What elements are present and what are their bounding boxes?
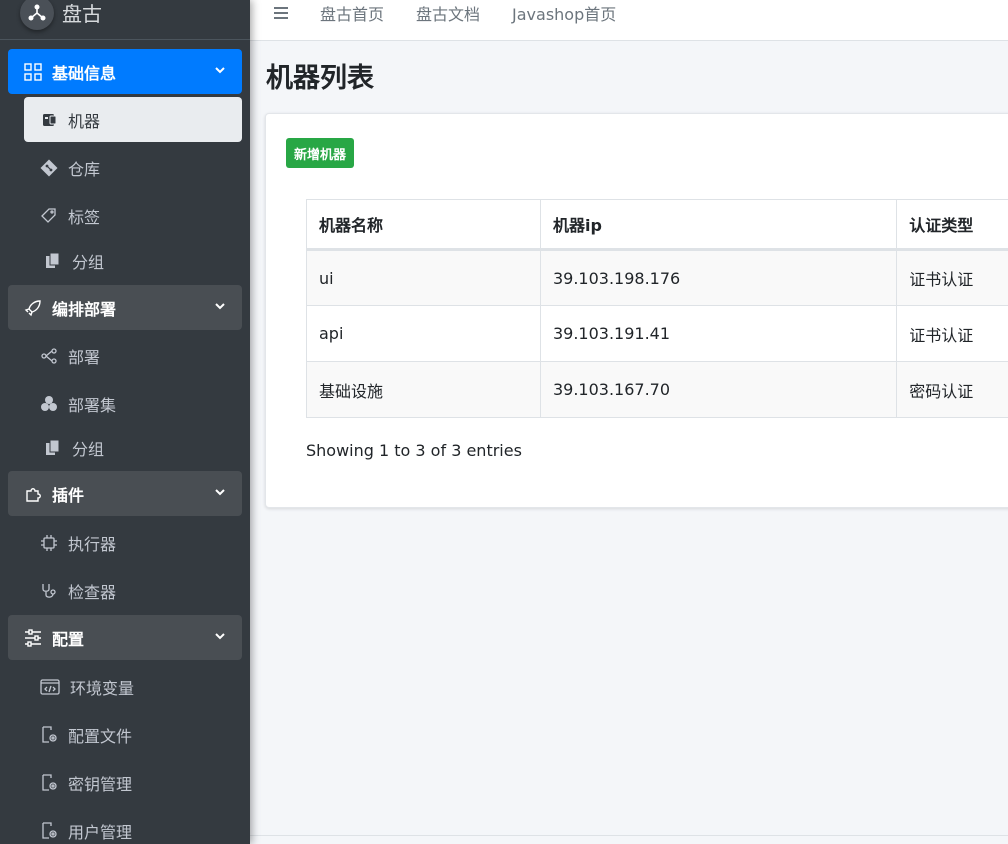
cell-ip: 39.103.167.70 [539, 361, 898, 418]
sidebar-item-machines[interactable]: 机器 [24, 97, 242, 142]
cell-ip: 39.103.198.176 [539, 249, 898, 306]
sidebar-item-label: 密钥管理 [68, 774, 133, 794]
sidebar-item-users[interactable]: 用户管理 [24, 808, 242, 844]
cell-auth-type: 证书认证 [896, 249, 1008, 306]
sidebar-item-deployments[interactable]: 部署 [24, 333, 242, 378]
machine-list-card: 新增机器 机器名称 机器ip 认证类型 ui 39.103.198.176 证书… [265, 113, 1008, 508]
tag-icon [40, 207, 58, 225]
sidebar-item-groups[interactable]: 分组 [24, 238, 242, 283]
copy-icon [44, 439, 62, 457]
cell-name: ui [306, 249, 541, 306]
file-gear-icon [40, 821, 58, 840]
sidebar-item-executors[interactable]: 执行器 [24, 520, 242, 565]
sidebar-item-checkers[interactable]: 检查器 [24, 568, 242, 613]
cell-auth-type: 证书认证 [896, 305, 1008, 362]
rocket-icon [24, 299, 42, 317]
sidebar-item-tags[interactable]: 标签 [24, 193, 242, 238]
sidebar-item-config-files[interactable]: 配置文件 [24, 712, 242, 757]
logo-icon [20, 0, 54, 30]
sidebar-item-repos[interactable]: 仓库 [24, 145, 242, 190]
footer-divider [250, 835, 1008, 836]
sidebar-item-label: 机器 [68, 111, 101, 131]
file-gear-icon [40, 725, 58, 744]
page-title: 机器列表 [266, 63, 374, 94]
cubes-icon [40, 395, 58, 413]
chevron-down-icon [215, 67, 225, 74]
table-info: Showing 1 to 3 of 3 entries [306, 441, 522, 460]
nav-link-home[interactable]: 盘古首页 [320, 1, 384, 25]
column-header-auth-type[interactable]: 认证类型 [896, 199, 1008, 251]
sidebar-item-env-vars[interactable]: 环境变量 [24, 664, 242, 709]
add-machine-button[interactable]: 新增机器 [286, 138, 355, 168]
chevron-down-icon [215, 489, 225, 496]
table-row[interactable]: ui 39.103.198.176 证书认证 [306, 249, 1008, 306]
column-header-name[interactable]: 机器名称 [306, 199, 541, 251]
sidebar-item-label: 部署 [68, 347, 101, 367]
sidebar-item-label: 标签 [68, 207, 101, 227]
sidebar: 盘古 基础信息 机器 仓库 标签 分组 编排部署 部署 部署集 分组 插件 执行… [0, 0, 250, 844]
sliders-icon [24, 628, 42, 647]
brand-name: 盘古 [62, 2, 102, 26]
sidebar-item-label: 分组 [72, 439, 105, 459]
sidebar-group-label: 编排部署 [52, 299, 117, 319]
cell-auth-type: 密码认证 [896, 361, 1008, 418]
sidebar-item-label: 分组 [72, 252, 105, 272]
stethoscope-icon [40, 582, 58, 600]
server-icon [40, 111, 58, 129]
git-icon [40, 159, 58, 177]
sidebar-item-label: 环境变量 [70, 678, 135, 698]
sidebar-group-basic-info[interactable]: 基础信息 [8, 49, 242, 94]
sidebar-item-deployment-sets[interactable]: 部署集 [24, 381, 242, 426]
puzzle-icon [24, 485, 42, 503]
deploy-icon [40, 347, 58, 365]
sidebar-group-plugins[interactable]: 插件 [8, 471, 242, 516]
sidebar-item-label: 仓库 [68, 159, 101, 179]
sidebar-item-label: 执行器 [68, 534, 117, 554]
top-navbar: 盘古首页 盘古文档 Javashop首页 [250, 0, 1008, 41]
code-window-icon [40, 678, 60, 696]
sidebar-item-label: 用户管理 [68, 822, 133, 842]
sidebar-item-label: 部署集 [68, 395, 117, 415]
table-row[interactable]: api 39.103.191.41 证书认证 [306, 305, 1008, 362]
cell-ip: 39.103.191.41 [539, 305, 898, 362]
cpu-icon [40, 534, 58, 552]
sidebar-group-label: 基础信息 [52, 63, 117, 83]
brand[interactable]: 盘古 [0, 0, 250, 40]
sidebar-item-label: 检查器 [68, 582, 117, 602]
sidebar-item-label: 配置文件 [68, 726, 133, 746]
sidebar-item-secrets[interactable]: 密钥管理 [24, 760, 242, 805]
sidebar-group-label: 插件 [52, 485, 85, 505]
chevron-down-icon [215, 303, 225, 310]
sidebar-group-label: 配置 [52, 629, 85, 649]
grid-icon [24, 62, 42, 81]
nav-link-docs[interactable]: 盘古文档 [416, 1, 480, 25]
sidebar-group-config[interactable]: 配置 [8, 615, 242, 660]
cell-name: api [306, 305, 541, 362]
hamburger-menu-icon[interactable] [272, 4, 290, 22]
sidebar-group-deploy[interactable]: 编排部署 [8, 285, 242, 330]
cell-name: 基础设施 [306, 361, 541, 418]
column-header-ip[interactable]: 机器ip [539, 199, 898, 251]
machine-table: 机器名称 机器ip 认证类型 ui 39.103.198.176 证书认证 ap… [306, 199, 1008, 418]
chevron-down-icon [215, 633, 225, 640]
copy-icon [44, 252, 62, 270]
nav-link-javashop[interactable]: Javashop首页 [512, 1, 616, 25]
file-gear-icon [40, 773, 58, 792]
sidebar-item-deploy-groups[interactable]: 分组 [24, 425, 242, 470]
table-row[interactable]: 基础设施 39.103.167.70 密码认证 [306, 361, 1008, 418]
table-header-row: 机器名称 机器ip 认证类型 [306, 199, 1008, 251]
